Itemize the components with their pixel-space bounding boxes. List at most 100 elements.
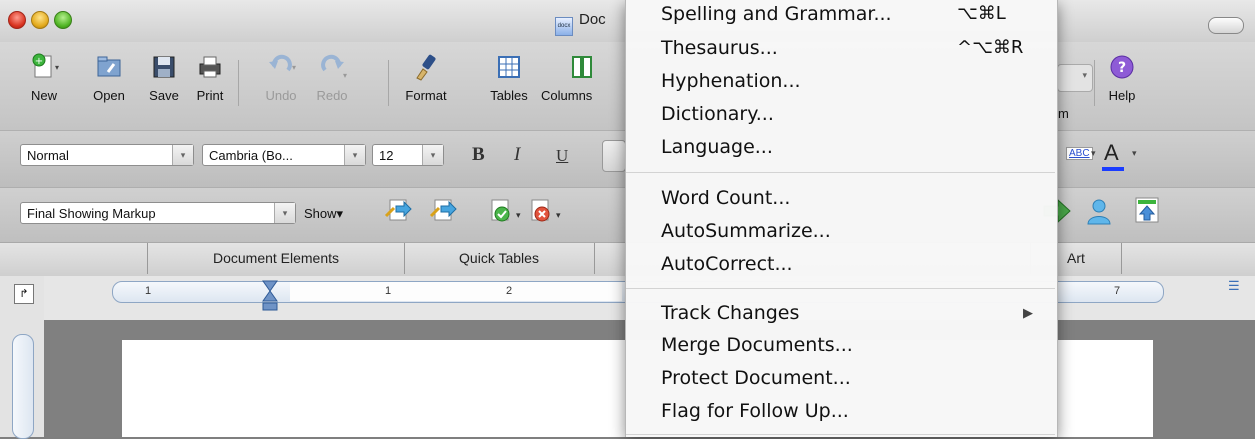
- markup-mode-select[interactable]: Final Showing Markup ▾: [20, 202, 296, 224]
- format-brush-icon: [416, 54, 436, 81]
- svg-text:?: ?: [1118, 60, 1126, 76]
- new-document-icon: +▾: [32, 53, 59, 78]
- font-size-select[interactable]: 12 ▾: [372, 144, 444, 166]
- columns-icon: [572, 56, 592, 78]
- format-label: Format: [405, 88, 447, 103]
- open-button[interactable]: Open: [86, 52, 132, 122]
- menu-item-thesaurus[interactable]: Thesaurus...: [661, 37, 778, 59]
- align-left-button[interactable]: [602, 140, 626, 172]
- printer-icon: [199, 56, 221, 78]
- menu-shortcut: ⌥⌘L: [957, 3, 1006, 24]
- menu-item-spelling-and-grammar[interactable]: Spelling and Grammar...: [661, 3, 892, 25]
- zoom-label: m: [1058, 106, 1069, 121]
- close-window-button[interactable]: [8, 11, 26, 29]
- menu-item-track-changes[interactable]: Track Changes: [661, 302, 799, 324]
- markup-mode-value: Final Showing Markup: [27, 206, 156, 221]
- next-change-icon[interactable]: [427, 196, 459, 226]
- tables-label: Tables: [490, 88, 528, 103]
- toolbar-separator: [388, 60, 389, 106]
- toolbar-separator: [1094, 60, 1095, 106]
- svg-text:▾: ▾: [343, 71, 347, 80]
- font-color-swatch: [1102, 167, 1124, 171]
- columns-button[interactable]: Columns: [541, 52, 625, 122]
- menu-item-autocorrect[interactable]: AutoCorrect...: [661, 253, 793, 275]
- svg-text:▾: ▾: [556, 210, 561, 220]
- chevron-down-icon: ▾: [422, 145, 443, 165]
- tables-button[interactable]: Tables: [484, 52, 534, 122]
- view-toggle-icon[interactable]: ☰: [1228, 278, 1242, 293]
- indent-marker-icon[interactable]: [261, 279, 279, 321]
- columns-label: Columns: [541, 88, 593, 103]
- menu-item-label: Spelling and Grammar...: [661, 3, 892, 25]
- chevron-down-icon: ▾: [1082, 70, 1087, 80]
- new-button[interactable]: + ▾ New: [22, 52, 66, 122]
- tab-document-elements[interactable]: Document Elements: [147, 243, 405, 274]
- reject-change-icon[interactable]: ▾: [524, 196, 564, 226]
- window-title-text: Doc: [579, 11, 606, 28]
- menu-item-language[interactable]: Language...: [661, 136, 773, 158]
- open-folder-icon: [97, 56, 121, 77]
- font-select[interactable]: Cambria (Bo... ▾: [202, 144, 366, 166]
- font-value: Cambria (Bo...: [209, 148, 293, 163]
- save-button[interactable]: Save: [144, 52, 184, 122]
- style-value: Normal: [27, 148, 69, 163]
- menu-item-flag-for-follow-up[interactable]: Flag for Follow Up...: [661, 400, 849, 422]
- chevron-down-icon: ▾: [172, 145, 193, 165]
- svg-text:+: +: [35, 56, 43, 67]
- menu-item-label: Thesaurus...: [661, 37, 778, 59]
- zoom-dropdown[interactable]: ▾: [1057, 64, 1093, 92]
- print-button[interactable]: Print: [190, 52, 230, 122]
- vertical-ruler[interactable]: [12, 334, 34, 439]
- previous-change-icon[interactable]: [382, 196, 414, 226]
- save-icon: [153, 56, 175, 78]
- italic-button[interactable]: I: [514, 144, 520, 166]
- menu-shortcut: ^⌥⌘R: [957, 37, 1024, 58]
- ruler-number: 1: [145, 285, 152, 297]
- submenu-arrow-icon: ▶: [1023, 305, 1033, 320]
- menu-item-dictionary[interactable]: Dictionary...: [661, 103, 774, 125]
- tab-quick-tables[interactable]: Quick Tables: [404, 243, 595, 274]
- ruler-number: 7: [1114, 285, 1121, 297]
- menu-separator: [626, 434, 1055, 435]
- menu-item-merge-documents[interactable]: Merge Documents...: [661, 334, 853, 356]
- chevron-down-icon: ▾: [274, 203, 295, 223]
- table-grid-icon: [498, 56, 520, 78]
- undo-label: Undo: [265, 88, 297, 103]
- undo-icon: ▾: [269, 54, 296, 72]
- redo-button[interactable]: ▾ Redo: [310, 52, 354, 122]
- tab-stop-selector[interactable]: ↱: [14, 284, 34, 304]
- menu-separator: [626, 172, 1055, 173]
- ruler-number: 1: [385, 285, 392, 297]
- chevron-down-icon[interactable]: ▾: [1091, 148, 1096, 159]
- undo-button[interactable]: ▾ Undo: [258, 52, 304, 122]
- redo-label: Redo: [316, 88, 348, 103]
- redo-icon: ▾: [321, 54, 347, 80]
- toolbar-toggle-button[interactable]: [1208, 17, 1244, 34]
- help-button[interactable]: ? Help: [1100, 52, 1144, 122]
- menu-item-word-count[interactable]: Word Count...: [661, 187, 790, 209]
- minimize-window-button[interactable]: [31, 11, 49, 29]
- font-size-value: 12: [379, 148, 394, 163]
- accept-change-icon[interactable]: ▾: [484, 196, 524, 226]
- format-button[interactable]: Format: [396, 52, 456, 122]
- balloon-icon[interactable]: [1132, 194, 1162, 226]
- menu-item-autosummarize[interactable]: AutoSummarize...: [661, 220, 831, 242]
- underline-button[interactable]: U: [556, 146, 568, 166]
- menu-item-hyphenation[interactable]: Hyphenation...: [661, 70, 801, 92]
- print-label: Print: [196, 88, 224, 103]
- show-menu-button[interactable]: Show▾: [304, 206, 343, 222]
- menu-item-protect-document[interactable]: Protect Document...: [661, 367, 851, 389]
- zoom-window-button[interactable]: [54, 11, 72, 29]
- font-color-button[interactable]: A: [1104, 140, 1119, 166]
- toolbar-separator: [238, 60, 239, 106]
- save-label: Save: [149, 88, 179, 103]
- bold-button[interactable]: B: [472, 144, 485, 166]
- svg-text:▾: ▾: [55, 63, 59, 72]
- svg-text:▾: ▾: [516, 210, 521, 220]
- user-icon[interactable]: [1084, 196, 1114, 226]
- window-title: docx Doc: [555, 11, 606, 36]
- chevron-down-icon[interactable]: ▾: [1132, 148, 1137, 159]
- highlight-button[interactable]: ABC: [1066, 147, 1093, 160]
- svg-text:▾: ▾: [292, 63, 296, 72]
- style-select[interactable]: Normal ▾: [20, 144, 194, 166]
